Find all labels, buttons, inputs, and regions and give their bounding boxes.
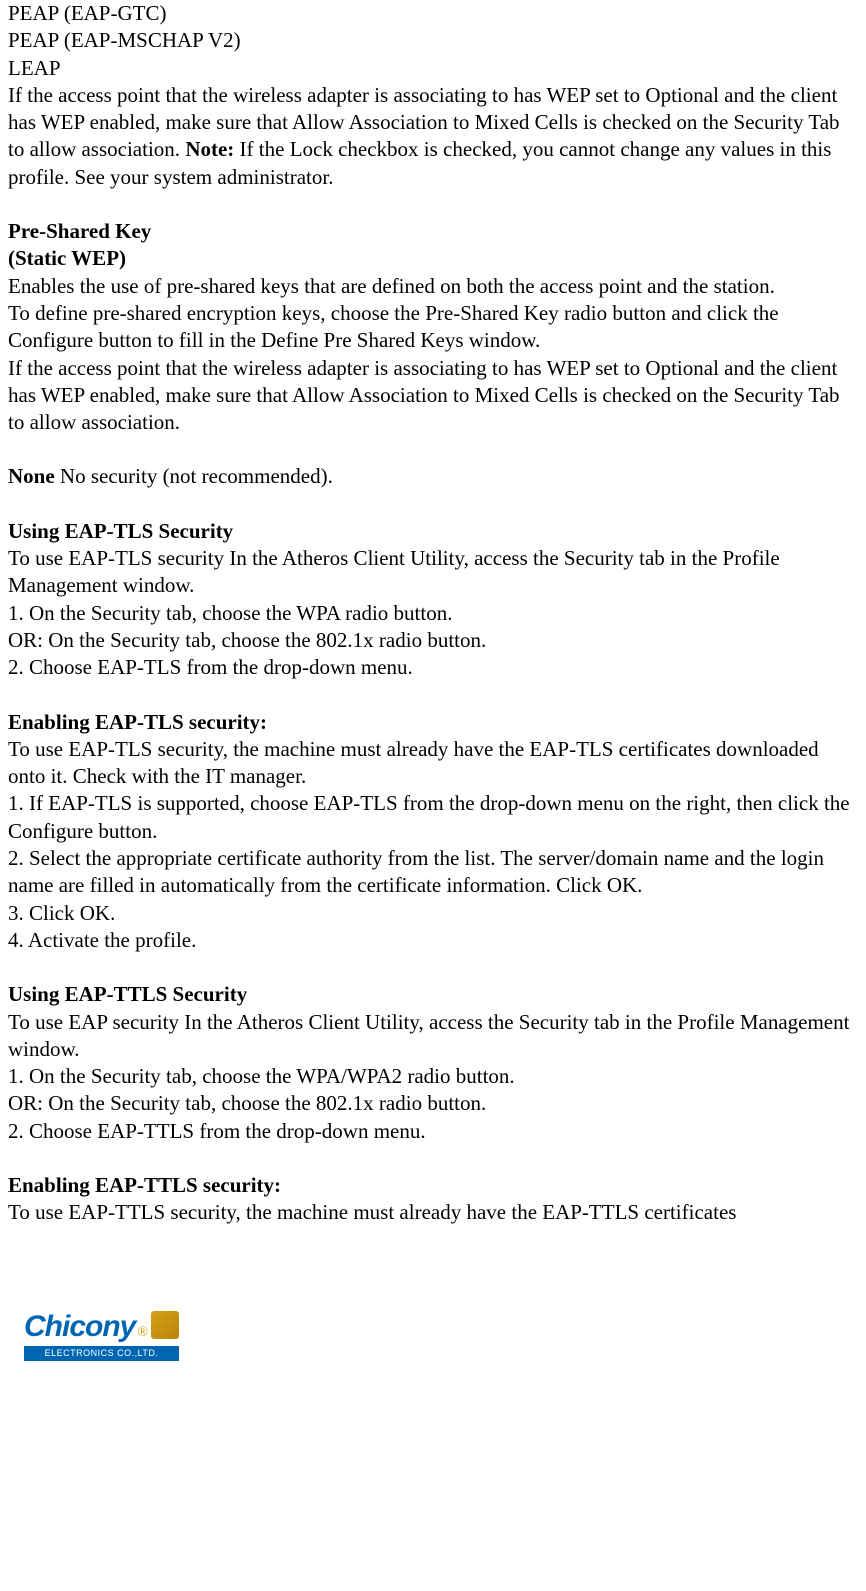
text-paragraph: To use EAP-TLS security In the Atheros C… — [8, 545, 858, 600]
none-label: None — [8, 464, 55, 488]
text-paragraph: Enables the use of pre-shared keys that … — [8, 273, 858, 300]
heading-psk: Pre-Shared Key — [8, 218, 858, 245]
document-body: PEAP (EAP-GTC) PEAP (EAP-MSCHAP V2) LEAP… — [0, 0, 866, 1227]
text-line: 3. Click OK. — [8, 900, 858, 927]
text-line: LEAP — [8, 55, 858, 82]
text-paragraph: 2. Select the appropriate certificate au… — [8, 845, 858, 900]
text-paragraph: To define pre-shared encryption keys, ch… — [8, 300, 858, 355]
text-line: 2. Choose EAP-TTLS from the drop-down me… — [8, 1118, 858, 1145]
text-line: PEAP (EAP-MSCHAP V2) — [8, 27, 858, 54]
registered-icon: ® — [137, 1324, 148, 1342]
chip-icon — [151, 1311, 179, 1339]
text-paragraph: If the access point that the wireless ad… — [8, 82, 858, 191]
logo-subtitle: ELECTRONICS CO.,LTD. — [24, 1346, 179, 1362]
text-line: 4. Activate the profile. — [8, 927, 858, 954]
text-paragraph: To use EAP-TTLS security, the machine mu… — [8, 1199, 858, 1226]
text-paragraph: None No security (not recommended). — [8, 463, 858, 490]
heading-eap-tls-enable: Enabling EAP-TLS security: — [8, 709, 858, 736]
footer-logo-area: Chicony® ELECTRONICS CO.,LTD. — [0, 1307, 866, 1363]
heading-eap-tls: Using EAP-TLS Security — [8, 518, 858, 545]
text-paragraph: To use EAP-TLS security, the machine mus… — [8, 736, 858, 791]
text-line: OR: On the Security tab, choose the 802.… — [8, 627, 858, 654]
text-line: OR: On the Security tab, choose the 802.… — [8, 1090, 858, 1117]
note-label: Note: — [185, 137, 234, 161]
heading-psk-sub: (Static WEP) — [8, 245, 858, 272]
text-run: No security (not recommended). — [55, 464, 333, 488]
text-paragraph: To use EAP security In the Atheros Clien… — [8, 1009, 858, 1064]
text-line: 1. On the Security tab, choose the WPA r… — [8, 600, 858, 627]
heading-eap-ttls: Using EAP-TTLS Security — [8, 981, 858, 1008]
text-line: PEAP (EAP-GTC) — [8, 0, 858, 27]
heading-eap-ttls-enable: Enabling EAP-TTLS security: — [8, 1172, 858, 1199]
text-line: 1. On the Security tab, choose the WPA/W… — [8, 1063, 858, 1090]
logo-brand-text: Chicony — [24, 1307, 135, 1346]
text-paragraph: If the access point that the wireless ad… — [8, 355, 858, 437]
text-paragraph: 1. If EAP-TLS is supported, choose EAP-T… — [8, 790, 858, 845]
chicony-logo: Chicony® ELECTRONICS CO.,LTD. — [24, 1307, 179, 1362]
text-line: 2. Choose EAP-TLS from the drop-down men… — [8, 654, 858, 681]
